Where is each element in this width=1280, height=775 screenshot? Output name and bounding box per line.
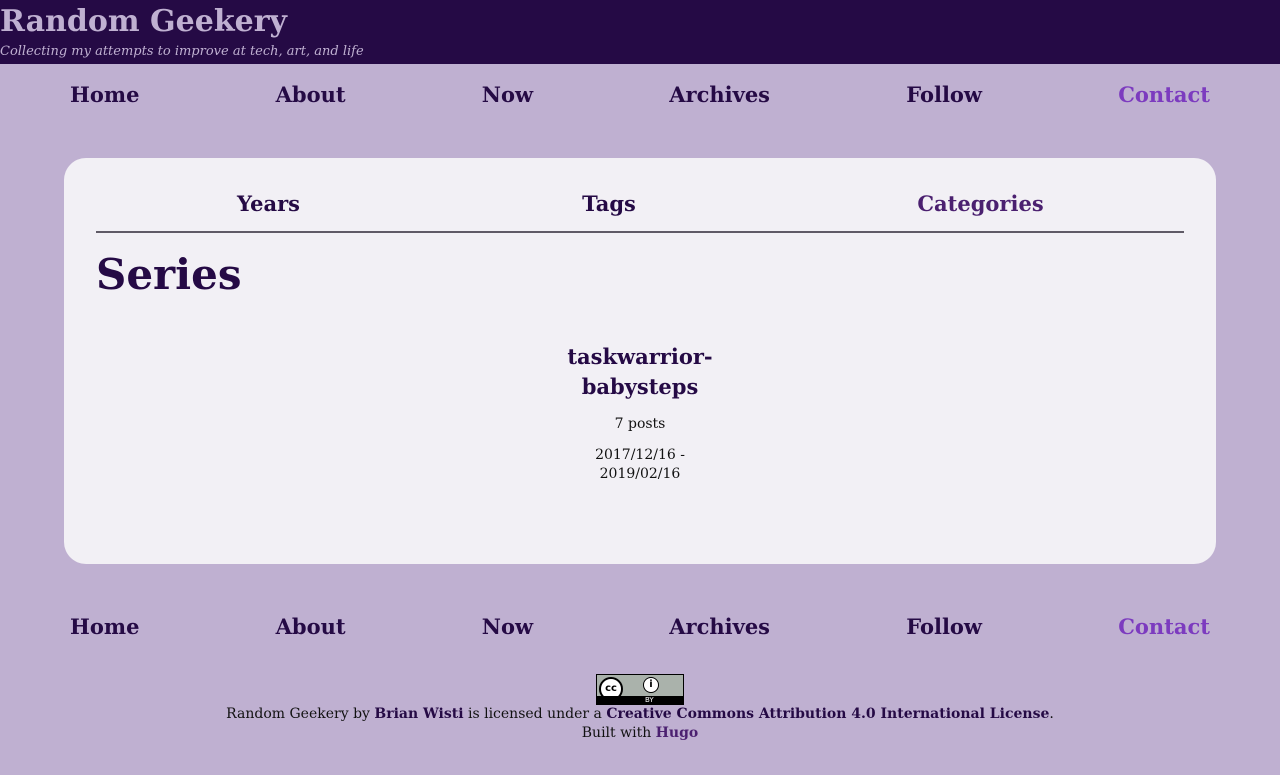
attribution-icon: i [643,677,659,693]
badge-bottom-strip [597,696,683,704]
license-link[interactable]: Creative Commons Attribution 4.0 Interna… [606,706,1049,722]
main-nav: Home About Now Archives Follow Contact [0,64,1280,126]
nav-now-link[interactable]: Now [482,64,533,126]
footer-nav-about-link[interactable]: About [276,596,346,658]
footer-nav-follow-link[interactable]: Follow [906,596,982,658]
nav-about-link[interactable]: About [276,64,346,126]
cc-by-license-badge[interactable]: cc i BY [596,674,684,705]
nav-follow-link[interactable]: Follow [906,64,982,126]
site-title-link[interactable]: Random Geekery [0,0,1280,42]
tab-categories[interactable]: Categories [777,158,1184,231]
built-with-text: Built with [581,725,652,741]
hugo-link[interactable]: Hugo [656,725,699,741]
series-post-count: 7 posts [614,416,666,432]
series-name-link[interactable]: taskwarrior-babysteps [540,342,740,402]
license-middle: is licensed under a [467,706,602,722]
tab-years[interactable]: Years [96,158,441,231]
tab-tags[interactable]: Tags [441,158,777,231]
nav-contact-link[interactable]: Contact [1118,64,1210,126]
page-title: Series [96,250,242,299]
badge-by-label: BY [645,696,654,704]
footer-nav-home-link[interactable]: Home [70,596,139,658]
series-entry: taskwarrior-babysteps 7 posts 2017/12/16… [540,342,740,484]
license-prefix: Random Geekery by [226,706,370,722]
footer-nav: Home About Now Archives Follow Contact [0,596,1280,658]
taxonomy-tabs: Years Tags Categories [96,158,1184,233]
site-tagline: Collecting my attempts to improve at tec… [0,44,364,59]
license-notice: Random Geekery by Brian Wisti is license… [0,705,1280,743]
content-card: Years Tags Categories Series taskwarrior… [64,158,1216,564]
footer-nav-contact-link[interactable]: Contact [1118,596,1210,658]
footer-nav-archives-link[interactable]: Archives [669,596,770,658]
author-link[interactable]: Brian Wisti [374,706,463,722]
series-date-range: 2017/12/16 - 2019/02/16 [595,447,685,482]
license-line: Random Geekery by Brian Wisti is license… [0,705,1280,724]
nav-home-link[interactable]: Home [70,64,139,126]
footer-nav-now-link[interactable]: Now [482,596,533,658]
nav-archives-link[interactable]: Archives [669,64,770,126]
built-with-line: Built with Hugo [0,724,1280,743]
license-suffix: . [1049,706,1054,722]
site-header: Random Geekery Collecting my attempts to… [0,0,1280,64]
